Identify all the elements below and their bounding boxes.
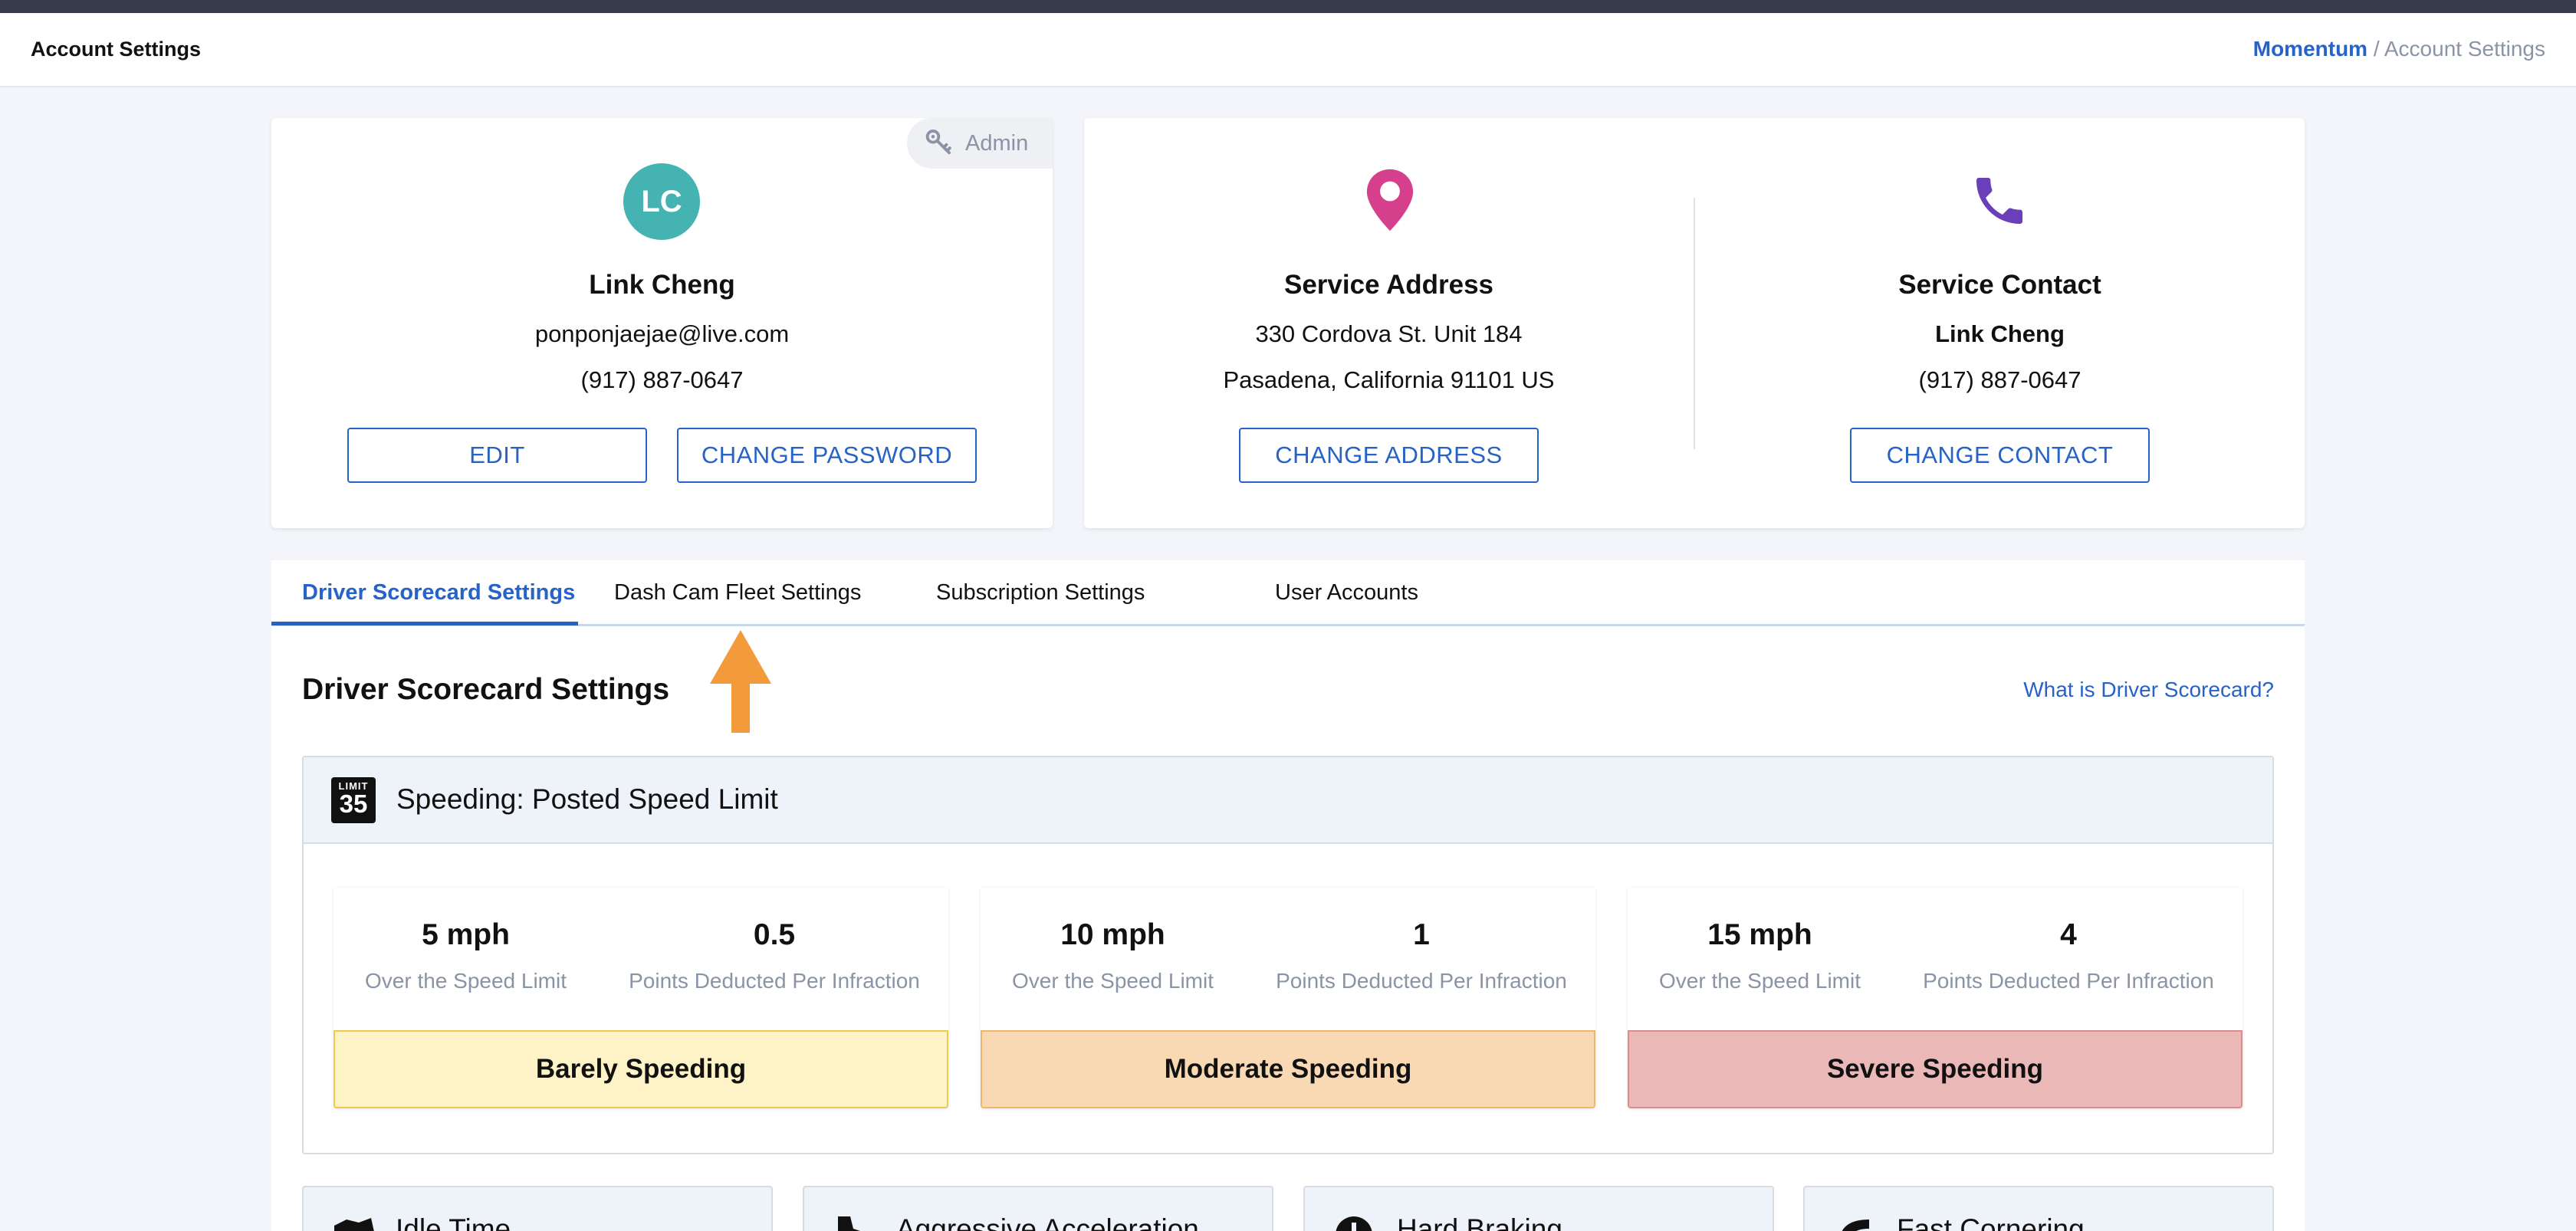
tier-speed-label: Over the Speed Limit bbox=[364, 969, 567, 993]
profile-email: ponponjaejae@live.com bbox=[534, 320, 790, 347]
cornering-icon bbox=[1842, 1220, 1869, 1231]
moderate-speeding-tier[interactable]: 10 mph Over the Speed Limit 1 Points Ded… bbox=[981, 888, 1595, 1108]
section-title: Driver Scorecard Settings bbox=[302, 673, 670, 706]
tier-speed-label: Over the Speed Limit bbox=[1658, 969, 1861, 993]
location-pin-icon bbox=[1366, 169, 1414, 231]
breadcrumb-separator: / bbox=[2367, 37, 2384, 61]
change-address-button[interactable]: CHANGE ADDRESS bbox=[1239, 428, 1539, 483]
idle-icon bbox=[334, 1218, 374, 1231]
page-title: Account Settings bbox=[31, 38, 202, 61]
tier-speed-value: 15 mph bbox=[1707, 918, 1812, 951]
severe-speeding-tier[interactable]: 15 mph Over the Speed Limit 4 Points Ded… bbox=[1628, 888, 2242, 1108]
tier-points-stat: 1 Points Deducted Per Infraction bbox=[1253, 918, 1590, 993]
tier-speed-stat: 15 mph Over the Speed Limit bbox=[1628, 918, 1892, 993]
idle-time-card[interactable]: Idle Time bbox=[302, 1186, 773, 1231]
tab-dash-cam-fleet-settings[interactable]: Dash Cam Fleet Settings bbox=[614, 580, 861, 606]
tier-points-label: Points Deducted Per Infraction bbox=[1276, 969, 1567, 993]
tier-points-stat: 0.5 Points Deducted Per Infraction bbox=[606, 918, 943, 993]
what-is-driver-scorecard-link[interactable]: What is Driver Scorecard? bbox=[2023, 678, 2274, 702]
service-address-line2: Pasadena, California 91101 US bbox=[1223, 366, 1555, 393]
keys-icon bbox=[925, 129, 951, 155]
fast-cornering-card[interactable]: Fast Cornering bbox=[1803, 1186, 2274, 1231]
tier-name: Barely Speeding bbox=[334, 1030, 948, 1108]
fast-cornering-label: Fast Cornering bbox=[1897, 1213, 2085, 1231]
tier-speed-label: Over the Speed Limit bbox=[1011, 969, 1214, 993]
breadcrumb-current: Account Settings bbox=[2384, 37, 2545, 61]
active-tab-indicator bbox=[271, 622, 578, 625]
change-password-button[interactable]: CHANGE PASSWORD bbox=[677, 428, 977, 483]
tab-subscription-settings[interactable]: Subscription Settings bbox=[936, 580, 1145, 606]
tier-points-value: 4 bbox=[2060, 918, 2077, 951]
hard-braking-card[interactable]: Hard Braking bbox=[1303, 1186, 1774, 1231]
tier-name: Severe Speeding bbox=[1628, 1030, 2242, 1108]
top-strip bbox=[0, 0, 2576, 13]
admin-badge: Admin bbox=[907, 118, 1053, 169]
braking-icon bbox=[1336, 1216, 1372, 1231]
tier-speed-value: 10 mph bbox=[1060, 918, 1165, 951]
barely-speeding-tier[interactable]: 5 mph Over the Speed Limit 0.5 Points De… bbox=[334, 888, 948, 1108]
tier-points-value: 0.5 bbox=[753, 918, 796, 951]
edit-button[interactable]: EDIT bbox=[347, 428, 647, 483]
hard-braking-label: Hard Braking bbox=[1397, 1213, 1562, 1231]
annotation-arrow-icon bbox=[710, 630, 771, 733]
aggressive-acceleration-label: Aggressive Acceleration bbox=[896, 1213, 1199, 1231]
profile-name: Link Cheng bbox=[589, 270, 735, 300]
avatar: LC bbox=[623, 163, 700, 240]
admin-badge-label: Admin bbox=[965, 130, 1029, 156]
tier-name: Moderate Speeding bbox=[981, 1030, 1595, 1108]
change-contact-button[interactable]: CHANGE CONTACT bbox=[1850, 428, 2150, 483]
breadcrumb: Momentum / Account Settings bbox=[2253, 37, 2545, 61]
tier-points-label: Points Deducted Per Infraction bbox=[1923, 969, 2214, 993]
settings-tabs: Driver Scorecard Settings Dash Cam Fleet… bbox=[271, 560, 2305, 626]
breadcrumb-home-link[interactable]: Momentum bbox=[2253, 37, 2367, 61]
tier-points-value: 1 bbox=[1413, 918, 1430, 951]
tier-speed-stat: 5 mph Over the Speed Limit bbox=[334, 918, 598, 993]
aggressive-acceleration-card[interactable]: Aggressive Acceleration bbox=[803, 1186, 1273, 1231]
tier-points-stat: 4 Points Deducted Per Infraction bbox=[1900, 918, 2237, 993]
tier-speed-stat: 10 mph Over the Speed Limit bbox=[981, 918, 1245, 993]
phone-icon bbox=[1976, 178, 2022, 224]
app-header: Account Settings Momentum / Account Sett… bbox=[0, 13, 2576, 87]
speed-limit-sign-number: 35 bbox=[339, 789, 368, 818]
profile-phone: (917) 887-0647 bbox=[580, 366, 744, 393]
speeding-section-header: LIMIT 35 Speeding: Posted Speed Limit bbox=[304, 757, 2272, 844]
service-contact-title: Service Contact bbox=[1898, 270, 2101, 300]
tier-speed-value: 5 mph bbox=[422, 918, 510, 951]
tab-user-accounts[interactable]: User Accounts bbox=[1275, 580, 1418, 606]
service-contact-name: Link Cheng bbox=[1935, 320, 2065, 347]
tab-driver-scorecard-settings[interactable]: Driver Scorecard Settings bbox=[302, 580, 575, 606]
acceleration-icon bbox=[838, 1216, 860, 1231]
tier-points-label: Points Deducted Per Infraction bbox=[629, 969, 920, 993]
service-address-title: Service Address bbox=[1283, 270, 1494, 300]
service-contact-phone: (917) 887-0647 bbox=[1918, 366, 2082, 393]
service-address-line1: 330 Cordova St. Unit 184 bbox=[1255, 320, 1523, 347]
speeding-title: Speeding: Posted Speed Limit bbox=[396, 783, 778, 815]
speed-limit-sign-icon: LIMIT 35 bbox=[331, 777, 376, 823]
idle-time-label: Idle Time bbox=[396, 1213, 511, 1231]
